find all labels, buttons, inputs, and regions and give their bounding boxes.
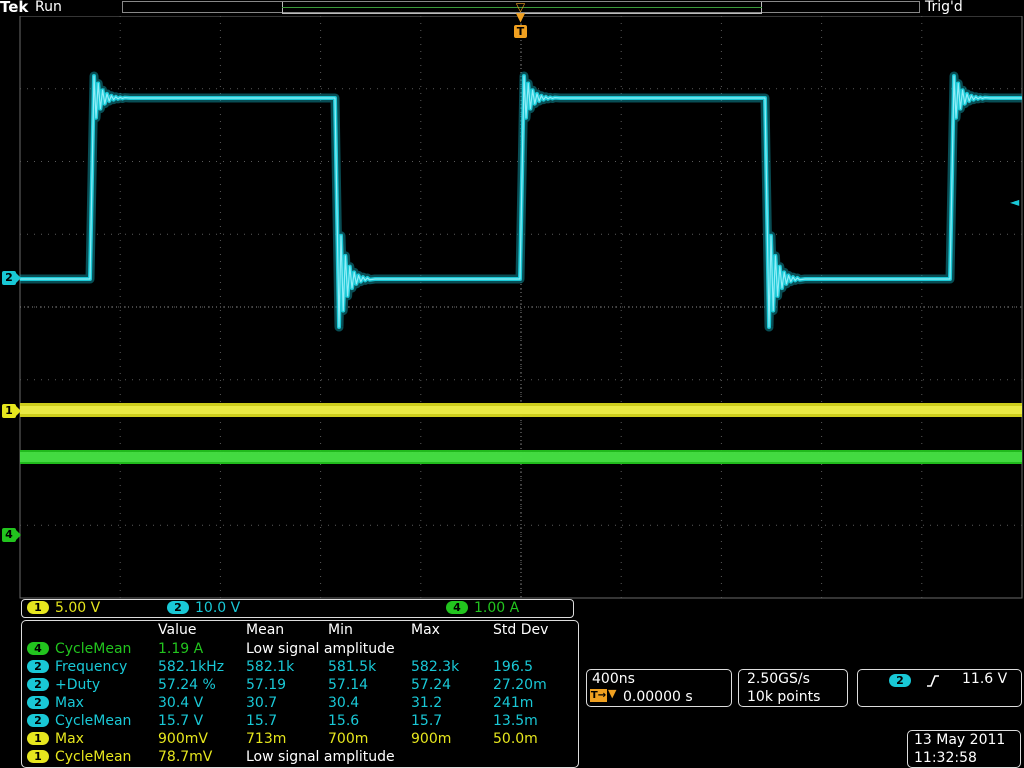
time: 11:32:58: [914, 750, 977, 766]
ch4-scale[interactable]: 4 1.00 A: [446, 600, 519, 617]
col-header-std-dev: Std Dev: [493, 622, 549, 638]
measurement-row[interactable]: 2 CycleMean 15.7 V 15.7 15.6 15.7 13.5m: [22, 712, 578, 730]
measurement-std: 196.5: [493, 659, 534, 675]
measurement-name: Max: [55, 695, 84, 711]
measurement-table: Value Mean Min Max Std Dev 4 CycleMean 1.1…: [21, 620, 579, 768]
status-bar: Tek Run Trig'd: [0, 0, 1024, 16]
measurement-row[interactable]: 4 CycleMean 1.19 A Low signal amplitude: [22, 640, 578, 658]
ch4-chip: 4: [446, 601, 468, 614]
channel-scale-bar: 1 5.00 V 2 10.0 V 4 1.00 A: [21, 599, 574, 618]
ch1-trace-core: [20, 406, 1022, 414]
measurement-row[interactable]: 1 CycleMean 78.7mV Low signal amplitude: [22, 748, 578, 766]
date-time-readout: 13 May 2011 11:32:58: [907, 730, 1021, 768]
measurement-mean: 713m: [246, 731, 287, 747]
sample-rate-readout[interactable]: 2.50GS/s 10k points: [738, 669, 848, 707]
trigger-level-icon[interactable]: ◄: [1010, 195, 1019, 209]
waveform-display: [19, 15, 1023, 599]
measurement-value: 57.24 %: [158, 677, 216, 693]
ch2-ground-marker[interactable]: 2: [2, 271, 21, 285]
measurement-name: CycleMean: [55, 641, 132, 657]
measurement-min: 30.4: [328, 695, 360, 711]
measurement-mean: 57.19: [246, 677, 287, 693]
trigger-source-chip: 2: [889, 674, 911, 687]
measurement-name: Frequency: [55, 659, 128, 675]
measurement-row[interactable]: 1 Max 900mV 713m 700m 900m 50.0m: [22, 730, 578, 748]
measurement-channel-chip: 2: [27, 678, 49, 691]
measurement-message: Low signal amplitude: [246, 749, 395, 765]
date: 13 May 2011: [914, 732, 1006, 748]
trigger-level: 11.6 V: [962, 671, 1008, 687]
measurement-name: CycleMean: [55, 749, 132, 765]
measurement-channel-chip: 1: [27, 732, 49, 745]
measurement-channel-chip: 2: [27, 660, 49, 673]
ch4-ground-marker[interactable]: 4: [2, 528, 21, 542]
col-header-min: Min: [328, 622, 353, 638]
measurement-value: 582.1kHz: [158, 659, 225, 675]
measurement-min: 57.14: [328, 677, 369, 693]
measurement-row[interactable]: 2 Max 30.4 V 30.7 30.4 31.2 241m: [22, 694, 578, 712]
ch2-scale-value: 10.0 V: [195, 600, 241, 616]
trigger-position-icon[interactable]: ▽ ▼: [514, 1, 527, 23]
measurement-std: 27.20m: [493, 677, 547, 693]
measurement-value: 15.7 V: [158, 713, 204, 729]
col-header-value: Value: [158, 622, 197, 638]
measurement-min: 15.6: [328, 713, 360, 729]
measurement-name: +Duty: [55, 677, 101, 693]
measurement-row[interactable]: 2 Frequency 582.1kHz 582.1k 581.5k 582.3k 196.…: [22, 658, 578, 676]
measurement-mean: 582.1k: [246, 659, 295, 675]
measurement-max: 15.7: [411, 713, 443, 729]
measurement-channel-chip: 4: [27, 642, 49, 655]
measurement-min: 700m: [328, 731, 369, 747]
measurement-row[interactable]: 2 +Duty 57.24 % 57.19 57.14 57.24 27.20m: [22, 676, 578, 694]
timebase-scale: 400ns: [592, 671, 635, 687]
ch4-trace-core: [20, 452, 1022, 462]
ch4-scale-value: 1.00 A: [474, 600, 520, 616]
ch2-scale[interactable]: 2 10.0 V: [167, 600, 240, 617]
measurement-std: 50.0m: [493, 731, 538, 747]
ch1-chip: 1: [27, 601, 49, 614]
ch1-scale-value: 5.00 V: [55, 600, 101, 616]
measurement-channel-chip: 1: [27, 750, 49, 763]
measurement-name: CycleMean: [55, 713, 132, 729]
measurement-max: 31.2: [411, 695, 443, 711]
ch1-scale[interactable]: 1 5.00 V: [27, 600, 100, 617]
record-length: 10k points: [747, 689, 821, 705]
col-header-max: Max: [411, 622, 440, 638]
measurement-channel-chip: 2: [27, 714, 49, 727]
measurement-max: 57.24: [411, 677, 452, 693]
brand-logo: Tek: [0, 0, 29, 16]
measurement-channel-chip: 2: [27, 696, 49, 709]
ch2-chip: 2: [167, 601, 189, 614]
measurement-std: 13.5m: [493, 713, 538, 729]
measurement-max: 900m: [411, 731, 452, 747]
measurement-mean: 15.7: [246, 713, 278, 729]
measurement-name: Max: [55, 731, 84, 747]
measurement-min: 581.5k: [328, 659, 377, 675]
trigger-position: 0.00000 s: [623, 689, 693, 705]
timebase-readout[interactable]: 400ns T→ ▼ 0.00000 s: [586, 669, 732, 707]
measurement-value: 1.19 A: [158, 641, 204, 657]
ch1-ground-marker[interactable]: 1: [2, 404, 21, 418]
measurement-value: 78.7mV: [158, 749, 213, 765]
measurement-value: 30.4 V: [158, 695, 204, 711]
col-header-mean: Mean: [246, 622, 285, 638]
rising-edge-icon: [927, 675, 939, 687]
sample-rate: 2.50GS/s: [747, 671, 810, 687]
measurement-std: 241m: [493, 695, 534, 711]
trigger-position-icon: T→: [590, 689, 607, 702]
acquisition-state: Run: [35, 0, 62, 15]
measurement-mean: 30.7: [246, 695, 278, 711]
measurement-value: 900mV: [158, 731, 208, 747]
trigger-offset-arrow-icon: ▼: [608, 687, 617, 700]
trigger-status: Trig'd: [925, 0, 963, 15]
trigger-readout[interactable]: 2 11.6 V: [857, 669, 1022, 707]
measurement-max: 582.3k: [411, 659, 460, 675]
trigger-marker[interactable]: T: [514, 25, 527, 38]
measurement-message: Low signal amplitude: [246, 641, 395, 657]
